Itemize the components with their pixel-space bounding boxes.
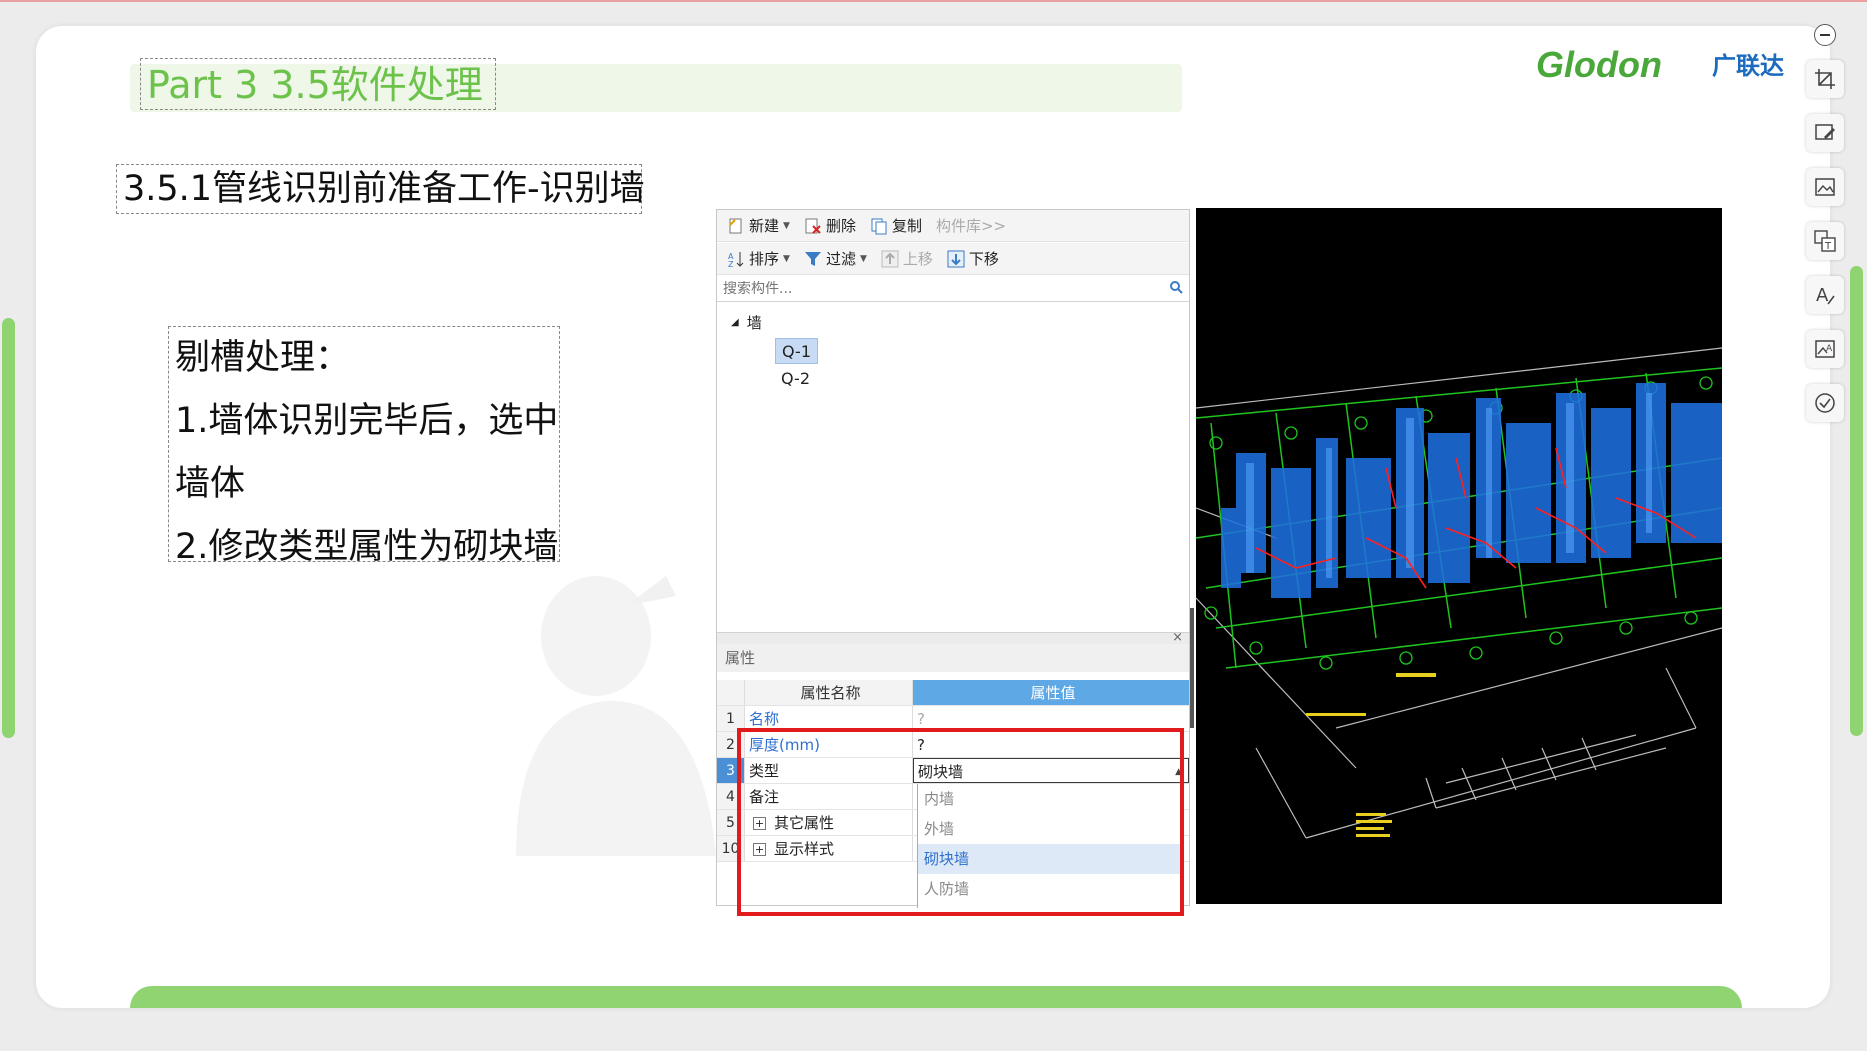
svg-text:Glodon: Glodon [1536,44,1662,85]
highlight-annotation-box [737,728,1184,916]
sort-icon: AZ [727,250,745,269]
viewport-divider[interactable] [1190,608,1194,728]
content-line-1: 剔槽处理： [175,338,351,378]
move-down-button[interactable]: 下移 [943,246,1003,272]
properties-panel-title: 属性 [717,644,1189,672]
content-line-2: 1.墙体识别完毕后，选中 [175,401,559,441]
slide-subtitle[interactable]: 3.5.1管线识别前准备工作-识别墙 [116,164,645,214]
replace-image-button[interactable] [1806,168,1844,206]
move-up-button[interactable]: 上移 [877,246,937,272]
font-style-button[interactable]: A [1806,276,1844,314]
delete-label: 删除 [825,217,856,235]
new-file-icon [727,217,745,235]
edit-image-button[interactable] [1806,114,1844,152]
tree-item-q1[interactable]: Q-1 [775,338,818,364]
content-line-3: 墙体 [175,464,246,504]
filter-label: 过滤 [825,250,856,268]
copy-label: 复制 [891,217,922,235]
close-icon[interactable]: × [1172,630,1183,645]
toolbar-row-2: AZ 排序 ▼ 过滤 ▼ 上移 下移 [717,243,1189,275]
left-accent-bar [2,318,15,738]
font-style-icon: A [1816,285,1835,306]
column-header-value: 属性值 [913,680,1189,705]
filter-button[interactable]: 过滤 ▼ [800,246,871,272]
svg-text:T: T [1824,241,1832,252]
svg-text:广联达: 广联达 [1712,52,1784,80]
crop-button[interactable] [1806,60,1844,98]
slide-title[interactable]: Part 3 3.5软件处理 [140,58,496,110]
column-header-name: 属性名称 [745,680,913,705]
tree-item-q2[interactable]: Q-2 [775,366,816,392]
sort-label: 排序 [749,250,780,268]
svg-text:A: A [1826,344,1833,354]
panel-splitter[interactable]: × [717,630,1189,645]
move-up-label: 上移 [902,250,933,268]
search-icon[interactable] [1169,280,1183,298]
chevron-down-icon: ▼ [783,253,790,264]
bottom-accent-band [130,986,1742,1008]
arrow-up-icon [881,250,899,268]
component-library-label: 构件库>> [935,217,1007,235]
minimize-icon[interactable] [1814,24,1836,46]
table-header-row: 属性名称 属性值 [717,680,1189,706]
new-label: 新建 [749,217,780,235]
right-accent-bar [1850,266,1863,736]
check-button[interactable] [1806,384,1844,422]
glodon-logo: Glodon 广联达 [1536,44,1816,86]
extract-text-icon: T [1814,230,1836,252]
row-number-header [717,680,745,705]
search-input[interactable] [723,280,1143,297]
new-button[interactable]: 新建 ▼ [723,213,794,239]
filter-icon [804,250,822,268]
collapse-triangle-icon[interactable]: ◢ [731,317,739,328]
chevron-down-icon: ▼ [859,253,867,264]
component-library-button[interactable]: 构件库>> [932,213,1010,239]
arrow-down-icon [947,250,965,268]
svg-text:A: A [1816,285,1829,306]
edit-image-icon [1815,124,1835,140]
chevron-down-icon: ▼ [783,220,790,231]
tree-node-label: 墙 [746,314,762,332]
crop-icon [1815,69,1835,89]
replace-image-icon [1815,178,1835,196]
delete-button[interactable]: 删除 [800,213,860,239]
3d-model-viewport[interactable] [1196,208,1722,904]
svg-text:Z: Z [728,260,734,268]
right-tool-strip: T A A [1802,20,1848,430]
tree-node-wall[interactable]: ◢ 墙 [731,312,762,333]
toolbar-row-1: 新建 ▼ 删除 复制 构件库>> [717,210,1189,242]
figure-watermark [476,566,756,856]
image-text-icon: A [1815,340,1835,358]
check-circle-icon [1815,393,1835,413]
image-text-button[interactable]: A [1806,330,1844,368]
copy-icon [870,217,888,235]
extract-text-button[interactable]: T [1806,222,1844,260]
search-bar [717,276,1189,302]
move-down-label: 下移 [968,250,999,268]
delete-icon [804,217,822,235]
sort-button[interactable]: AZ 排序 ▼ [723,246,794,272]
content-textbox[interactable]: 剔槽处理： 1.墙体识别完毕后，选中 墙体 2.修改类型属性为砌块墙 [168,326,560,567]
copy-button[interactable]: 复制 [866,213,926,239]
